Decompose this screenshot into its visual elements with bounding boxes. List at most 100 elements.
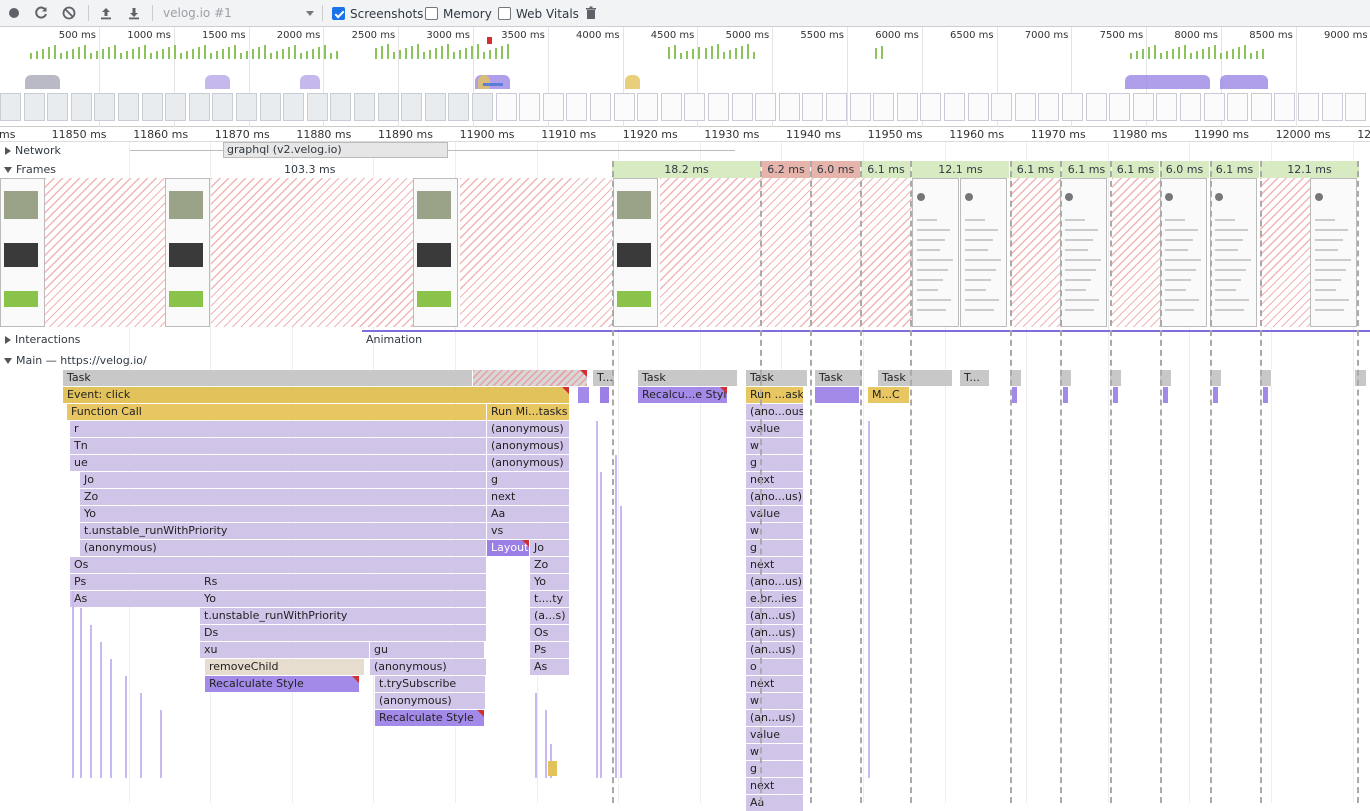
js-frame-bar[interactable]: Ds <box>200 625 487 641</box>
frame-block[interactable]: 6.2 ms <box>762 161 811 178</box>
js-frame-bar[interactable]: Os <box>70 557 487 573</box>
frame-screenshot[interactable] <box>1060 178 1107 327</box>
task-bar[interactable]: Task <box>638 370 738 386</box>
js-frame-bar[interactable]: Rs <box>200 574 487 590</box>
frame-screenshot[interactable] <box>1310 178 1357 327</box>
js-frame-bar[interactable]: t.unstable_runWithPriority <box>80 523 487 539</box>
task-bar-long[interactable] <box>473 370 588 386</box>
function-call-bar[interactable]: Function Call <box>67 404 487 420</box>
js-frame-bar[interactable]: Jo <box>530 540 570 556</box>
js-frame-bar[interactable]: (anonymous) <box>80 540 487 556</box>
profile-select[interactable]: velog.io #1 <box>160 5 318 22</box>
js-frame-bar[interactable]: g <box>746 540 804 556</box>
frame-screenshot[interactable] <box>165 178 210 327</box>
js-frame-bar[interactable]: (a...s) <box>530 608 570 624</box>
task-bar[interactable]: Task <box>815 370 863 386</box>
frame-block[interactable]: 6.1 ms <box>1210 161 1260 178</box>
recalc-style-bar[interactable]: Recalculate Style <box>375 710 485 726</box>
download-icon[interactable] <box>126 5 142 21</box>
microtask-bar[interactable]: M...C <box>868 387 910 403</box>
js-frame-bar[interactable]: r <box>70 421 487 437</box>
js-frame-bar[interactable]: w <box>746 693 804 709</box>
recalc-style-bar[interactable] <box>578 387 590 403</box>
collapse-triangle-icon[interactable] <box>4 166 12 173</box>
js-frame-bar[interactable]: Aa <box>746 795 804 811</box>
timeline-overview[interactable]: 500 ms 1000 ms 1500 ms 2000 ms 2500 ms 3000 m… <box>0 27 1370 127</box>
js-frame-bar[interactable]: value <box>746 421 804 437</box>
checkbox-icon[interactable] <box>425 7 438 20</box>
js-frame-bar[interactable]: t.trySubscribe <box>375 676 486 692</box>
js-frame-bar[interactable]: next <box>487 489 570 505</box>
recalc-style-bar[interactable] <box>815 387 860 403</box>
js-frame-bar[interactable]: w <box>746 438 804 454</box>
task-bar[interactable]: Task <box>746 370 808 386</box>
js-frame-bar[interactable]: (an...us) <box>746 710 804 726</box>
frames-track-header[interactable]: Frames <box>0 161 56 178</box>
network-request-bar[interactable]: graphql (v2.velog.io) <box>223 142 448 158</box>
js-frame-bar[interactable]: t.unstable_runWithPriority <box>200 608 487 624</box>
collapse-triangle-icon[interactable] <box>4 357 12 364</box>
memory-checkbox[interactable]: Memory <box>425 6 492 21</box>
frame-block[interactable]: 6.1 ms <box>1112 161 1160 178</box>
frame-block[interactable]: 6.1 ms <box>1062 161 1112 178</box>
js-frame-bar[interactable]: Os <box>530 625 570 641</box>
js-frame-bar[interactable]: value <box>746 506 804 522</box>
webvitals-checkbox[interactable]: Web Vitals <box>498 6 579 21</box>
frame-screenshot[interactable] <box>912 178 959 327</box>
record-icon[interactable] <box>6 5 22 21</box>
js-frame-bar[interactable]: g <box>746 455 804 471</box>
js-frame-bar[interactable]: Yo <box>200 591 487 607</box>
frame-block[interactable]: 18.2 ms <box>612 161 762 178</box>
js-frame-bar[interactable]: (anonymous) <box>487 455 570 471</box>
upload-icon[interactable] <box>98 5 114 21</box>
task-bar[interactable]: Task <box>63 370 473 386</box>
js-frame-bar[interactable]: ue <box>70 455 487 471</box>
js-frame-bar[interactable]: (anonymous) <box>487 438 570 454</box>
frame-screenshot[interactable] <box>0 178 45 327</box>
js-frame-bar[interactable]: vs <box>487 523 570 539</box>
js-frame-bar[interactable]: e.br...ies <box>746 591 804 607</box>
js-frame-bar[interactable]: gu <box>370 642 485 658</box>
js-frame-bar[interactable]: next <box>746 778 804 794</box>
frame-screenshot[interactable] <box>613 178 658 327</box>
frame-screenshot[interactable] <box>413 178 458 327</box>
frame-block[interactable]: 6.1 ms <box>1010 161 1062 178</box>
js-frame-bar[interactable]: t....ty <box>530 591 570 607</box>
frame-screenshot[interactable] <box>1160 178 1207 327</box>
js-frame-bar[interactable]: g <box>746 761 804 777</box>
frame-screenshot[interactable] <box>960 178 1007 327</box>
interactions-track-header[interactable]: Interactions <box>0 331 80 348</box>
remove-child-bar[interactable]: removeChild <box>205 659 365 675</box>
js-frame-bar[interactable]: o <box>746 659 804 675</box>
main-track-header[interactable]: Main — https://velog.io/ <box>0 352 147 369</box>
task-bar[interactable]: Task <box>878 370 953 386</box>
event-click-bar[interactable]: Event: click <box>63 387 570 403</box>
js-frame-bar[interactable]: Zo <box>530 557 570 573</box>
overview-selection-marker[interactable] <box>487 37 492 44</box>
recalc-style-bar[interactable] <box>1213 387 1219 403</box>
js-frame-bar[interactable]: Aa <box>487 506 570 522</box>
js-frame-bar[interactable]: g <box>487 472 570 488</box>
task-bar[interactable]: T... <box>960 370 990 386</box>
layout-bar[interactable] <box>600 387 610 403</box>
reload-icon[interactable] <box>33 5 49 21</box>
js-frame-bar[interactable]: next <box>746 676 804 692</box>
checkbox-checked-icon[interactable] <box>332 7 345 20</box>
js-frame-bar[interactable]: xu <box>200 642 370 658</box>
recalc-style-bar[interactable]: Recalculate Style <box>205 676 360 692</box>
js-frame-bar[interactable]: Zo <box>80 489 487 505</box>
js-frame-bar[interactable]: (an...us) <box>746 608 804 624</box>
run-microtasks-bar[interactable]: Run Mi...tasks <box>487 404 570 420</box>
expand-triangle-icon[interactable] <box>5 335 11 344</box>
layout-bar[interactable]: Layout <box>487 540 530 556</box>
js-frame-bar[interactable]: (ano...us) <box>746 574 804 590</box>
js-frame-bar[interactable]: next <box>746 472 804 488</box>
frame-block[interactable]: 6.1 ms <box>861 161 912 178</box>
recalc-style-bar[interactable] <box>1012 387 1018 403</box>
js-frame-bar[interactable]: Ps <box>530 642 570 658</box>
js-frame-bar[interactable]: As <box>530 659 570 675</box>
js-frame-bar[interactable]: (anonymous) <box>375 693 486 709</box>
checkbox-icon[interactable] <box>498 7 511 20</box>
recalc-style-bar[interactable] <box>1163 387 1169 403</box>
js-frame-bar[interactable]: w <box>746 744 804 760</box>
